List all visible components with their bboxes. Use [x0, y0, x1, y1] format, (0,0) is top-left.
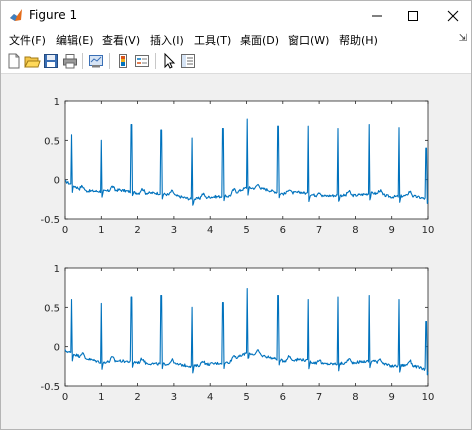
x-tick-label: 1 [98, 225, 104, 236]
y-tick-label: 1 [54, 97, 60, 108]
new-figure-button[interactable] [5, 52, 23, 70]
close-button[interactable] [435, 1, 471, 31]
window-title: Figure 1 [29, 8, 78, 22]
x-tick-label: 0 [62, 225, 68, 236]
x-tick-label: 9 [389, 225, 395, 236]
figure-toolbar [1, 49, 471, 74]
y-tick-label: 0.5 [44, 303, 60, 314]
property-inspector-button[interactable] [179, 52, 197, 70]
x-tick-label: 3 [171, 225, 177, 236]
title-bar[interactable]: Figure 1 [1, 1, 471, 31]
colorbar-button[interactable] [114, 52, 132, 70]
menu-window[interactable]: 窗口(W) [288, 32, 329, 48]
x-tick-label: 2 [134, 225, 140, 236]
open-file-icon [24, 56, 41, 68]
menu-help[interactable]: 帮助(H) [339, 32, 378, 48]
x-tick-label: 6 [280, 225, 286, 236]
x-tick-label: 3 [171, 392, 177, 403]
menu-desktop[interactable]: 桌面(D) [240, 32, 279, 48]
y-tick-label: -0.5 [40, 215, 60, 226]
y-tick-label: 0 [54, 343, 60, 354]
edit-plot-icon [164, 52, 176, 69]
print-button[interactable] [61, 52, 79, 70]
x-tick-label: 1 [98, 392, 104, 403]
legend-icon [135, 55, 149, 67]
x-tick-label: 4 [207, 225, 213, 236]
menu-edit[interactable]: 编辑(E) [56, 32, 94, 48]
edit-plot-button[interactable] [160, 52, 178, 70]
x-tick-label: 0 [62, 392, 68, 403]
maximize-icon [408, 11, 418, 21]
y-tick-label: 0 [54, 176, 60, 187]
link-plot-icon [89, 55, 103, 68]
open-file-button[interactable] [23, 52, 41, 70]
maximize-button[interactable] [395, 1, 431, 31]
close-icon [447, 10, 459, 22]
colorbar-icon [119, 54, 127, 68]
menu-tools[interactable]: 工具(T) [194, 32, 231, 48]
toolbar-separator [82, 53, 83, 69]
x-tick-label: 4 [207, 392, 213, 403]
menu-view[interactable]: 查看(V) [102, 32, 140, 48]
toolbar-separator [109, 53, 110, 69]
print-icon [63, 54, 77, 69]
x-tick-label: 6 [280, 392, 286, 403]
x-tick-label: 9 [389, 392, 395, 403]
menu-insert[interactable]: 插入(I) [150, 32, 184, 48]
minimize-icon [372, 15, 382, 17]
x-tick-label: 8 [352, 225, 358, 236]
save-button[interactable] [42, 52, 60, 70]
toolbar-separator [155, 53, 156, 69]
legend-button[interactable] [133, 52, 151, 70]
x-tick-label: 8 [352, 392, 358, 403]
x-tick-label: 7 [316, 225, 322, 236]
figure-canvas: 0 1 2 3 4 5 6 7 8 9 10 -0.5 0 0.5 1 0 1 2 3 4 5 6 7 8 9 10 -0.5 0 0.… [1, 74, 471, 429]
menu-bar: 文件(F) 编辑(E) 查看(V) 插入(I) 工具(T) 桌面(D) 窗口(W… [1, 31, 471, 49]
y-tick-label: 0.5 [44, 136, 60, 147]
dock-figure-icon[interactable]: ⇲ [459, 33, 467, 44]
save-icon [44, 54, 58, 68]
matlab-logo-icon [10, 9, 22, 21]
x-tick-label: 5 [243, 392, 249, 403]
menu-file[interactable]: 文件(F) [9, 32, 46, 48]
x-tick-label: 10 [422, 392, 435, 403]
property-inspector-icon [181, 54, 195, 68]
plots-svg: 0 1 2 3 4 5 6 7 8 9 10-0.500.510 1 2 3 4 5 6 7 8 9 10-0.500.… [40, 97, 435, 403]
x-tick-label: 2 [134, 392, 140, 403]
minimize-button[interactable] [359, 1, 395, 31]
figure-window: Figure 1 文件(F) 编辑(E) 查看(V) 插入(I) 工具(T) 桌… [0, 0, 472, 430]
x-tick-label: 7 [316, 392, 322, 403]
y-tick-label: 1 [54, 264, 60, 275]
x-tick-label: 5 [243, 225, 249, 236]
y-tick-label: -0.5 [40, 382, 60, 393]
link-plot-button[interactable] [87, 52, 105, 70]
x-tick-label: 10 [422, 225, 435, 236]
new-figure-icon [8, 53, 20, 69]
